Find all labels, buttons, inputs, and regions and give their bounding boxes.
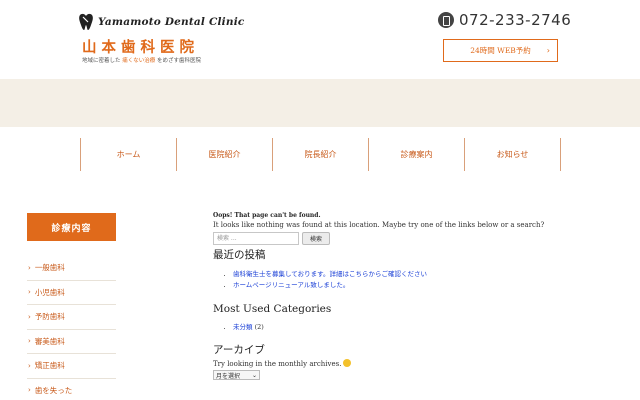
chevron-right-icon: › — [28, 337, 31, 346]
chevron-right-icon: › — [546, 46, 550, 55]
sidebar-item[interactable]: › 審美歯科 — [27, 330, 116, 354]
sidebar-item-label: 審美歯科 — [34, 336, 65, 346]
chevron-right-icon: › — [28, 263, 31, 272]
nav-item-clinic[interactable]: 医院紹介 — [177, 138, 273, 171]
clinic-logo[interactable]: Yamamoto Dental Clinic — [78, 12, 245, 32]
logo-script-text: Yamamoto Dental Clinic — [98, 16, 245, 28]
sidebar-item[interactable]: › 予防歯科 — [27, 305, 116, 330]
sidebar-item-label: 矯正歯科 — [34, 361, 65, 371]
category-count: (2) — [254, 323, 264, 331]
web-reservation-button[interactable]: 24時間 WEB予約 › — [443, 39, 558, 62]
sidebar-title: 診療内容 — [27, 213, 116, 241]
chevron-right-icon: › — [28, 386, 31, 395]
clinic-name: 山本歯科医院 — [82, 39, 199, 56]
chevron-right-icon: › — [28, 361, 31, 370]
archives-select[interactable]: 月を選択 ⌄ — [213, 370, 260, 380]
tagline-accent: 痛くない治療 — [122, 58, 156, 64]
phone-contact[interactable]: 072-233-2746 — [438, 11, 571, 29]
list-item: 歯科衛生士を募集しております。詳細はこちらからご確認ください — [233, 269, 573, 280]
error-message: It looks like nothing was found at this … — [213, 221, 545, 229]
list-item: ホームページリニューアル致しました。 — [233, 280, 573, 291]
tagline: 地域に密着した 痛くない治療 をめざす歯科医院 — [82, 56, 201, 64]
error-title: Oops! That page can't be found. — [213, 212, 321, 219]
hero-band — [0, 79, 640, 127]
search-button[interactable]: 検索 — [302, 232, 331, 245]
archives-select-value: 月を選択 — [216, 372, 241, 380]
recent-posts-heading: 最近の投稿 — [213, 249, 266, 261]
tagline-before: 地域に密着した — [82, 58, 121, 64]
sidebar-item[interactable]: › 歯を失った — [27, 379, 116, 400]
sidebar-item-label: 予防歯科 — [34, 312, 65, 322]
phone-number: 072-233-2746 — [459, 11, 572, 29]
sidebar-item[interactable]: › 小児歯科 — [27, 281, 116, 305]
sidebar-item[interactable]: › 一般歯科 — [27, 256, 116, 281]
sidebar-item-label: 小児歯科 — [34, 287, 65, 297]
sidebar-item-label: 歯を失った — [34, 385, 73, 395]
tooth-logo-icon — [79, 13, 93, 30]
sidebar-list: › 一般歯科 › 小児歯科 › 予防歯科 › 審美歯科 › 矯正歯科 › 歯を失… — [27, 256, 116, 400]
archives-heading: アーカイブ — [213, 344, 265, 356]
chevron-right-icon: › — [28, 288, 31, 297]
recent-post-link[interactable]: ホームページリニューアル致しました。 — [233, 281, 349, 289]
recent-posts-list: 歯科衛生士を募集しております。詳細はこちらからご確認ください ホームページリニュ… — [233, 269, 573, 291]
nav-item-director[interactable]: 院長紹介 — [273, 138, 369, 171]
search-input[interactable] — [213, 232, 299, 245]
category-link[interactable]: 未分類 — [233, 323, 253, 331]
chevron-down-icon: ⌄ — [251, 371, 257, 379]
search-form: 検索 — [213, 232, 573, 245]
chevron-right-icon: › — [28, 312, 31, 321]
categories-heading: Most Used Categories — [213, 303, 332, 315]
phone-icon — [438, 12, 454, 28]
nav-item-news[interactable]: お知らせ — [465, 138, 561, 171]
sidebar-item[interactable]: › 矯正歯科 — [27, 354, 116, 379]
recent-post-link[interactable]: 歯科衛生士を募集しております。詳細はこちらからご確認ください — [233, 270, 427, 278]
sidebar-item-label: 一般歯科 — [34, 263, 65, 273]
main-content: Oops! That page can't be found. It looks… — [213, 212, 573, 380]
nav-item-treatment[interactable]: 診療案内 — [369, 138, 465, 171]
main-nav: ホーム 医院紹介 院長紹介 診療案内 お知らせ — [80, 138, 561, 171]
tagline-after: をめざす歯科医院 — [157, 58, 202, 64]
list-item: 未分類 (2) — [233, 322, 573, 333]
smile-emoji-icon — [343, 359, 352, 367]
archives-description-text: Try looking in the monthly archives. — [213, 360, 342, 368]
nav-item-home[interactable]: ホーム — [81, 138, 177, 171]
archives-description: Try looking in the monthly archives. — [213, 359, 573, 368]
categories-list: 未分類 (2) — [233, 322, 573, 333]
web-reservation-label: 24時間 WEB予約 — [470, 46, 531, 55]
